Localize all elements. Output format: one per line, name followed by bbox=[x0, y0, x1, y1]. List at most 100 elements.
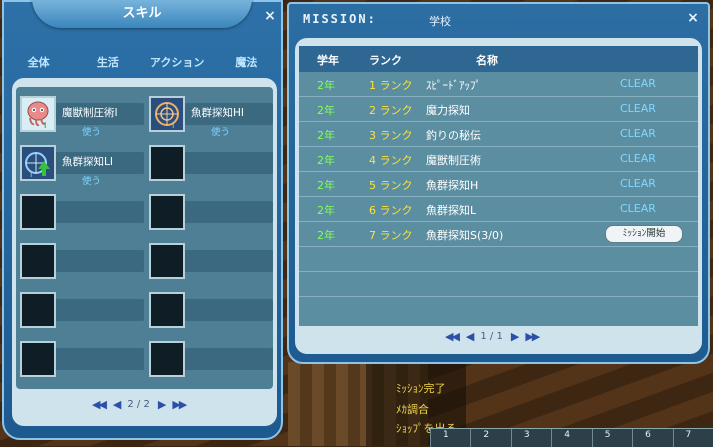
skill-window: スキル × 全体 生活 アクション 魔法 I 魔獣制圧術Ⅰ 使う I 魚群探知H… bbox=[2, 0, 283, 440]
mission-row[interactable]: 2年 3 ランク 釣りの秘伝 CLEAR bbox=[299, 122, 698, 147]
hotbar-slot[interactable]: 3 bbox=[510, 429, 551, 447]
tab-life[interactable]: 生活 bbox=[73, 54, 142, 70]
first-page-icon[interactable]: ◀◀ bbox=[445, 330, 460, 343]
close-icon[interactable]: × bbox=[685, 10, 701, 26]
skill-name: 魔獣制圧術Ⅰ bbox=[62, 107, 118, 119]
mission-rank: 2 ランク bbox=[369, 104, 413, 117]
chat-log-line: ﾒｶ調合 bbox=[396, 403, 429, 416]
close-icon[interactable]: × bbox=[262, 8, 278, 24]
mission-row[interactable]: 2年 5 ランク 魚群探知H CLEAR bbox=[299, 172, 698, 197]
octopus-icon[interactable]: I bbox=[20, 96, 56, 132]
start-mission-button[interactable]: ﾐｯｼｮﾝ開始 bbox=[605, 225, 683, 243]
mission-status: CLEAR bbox=[620, 127, 656, 140]
hotbar-slot[interactable]: 2 bbox=[470, 429, 510, 447]
skill-panel: I 魔獣制圧術Ⅰ 使う I 魚群探知HⅠ 使う I 魚群探知LⅠ 使う ◀◀ ◀… bbox=[12, 78, 277, 426]
mission-rank: 1 ランク bbox=[369, 79, 413, 92]
mission-row[interactable]: 2年 4 ランク 魔獣制圧術 CLEAR bbox=[299, 147, 698, 172]
skill-slot[interactable]: I 魚群探知HⅠ 使う bbox=[149, 96, 273, 138]
skill-slot-empty[interactable] bbox=[149, 194, 273, 234]
mission-rank: 6 ランク bbox=[369, 204, 413, 217]
skill-slot-empty[interactable] bbox=[149, 145, 273, 185]
tab-all[interactable]: 全体 bbox=[4, 54, 73, 70]
mission-row-empty bbox=[299, 272, 698, 297]
tab-magic[interactable]: 魔法 bbox=[212, 54, 281, 70]
mission-year: 2年 bbox=[317, 154, 335, 167]
mission-row[interactable]: 2年 1 ランク ｽﾋﾟｰﾄﾞｱｯﾌﾟ CLEAR bbox=[299, 72, 698, 97]
page-indicator: 2 / 2 bbox=[127, 399, 150, 410]
mission-row[interactable]: 2年 6 ランク 魚群探知L CLEAR bbox=[299, 197, 698, 222]
empty-slot-icon[interactable] bbox=[20, 243, 56, 279]
empty-slot-icon[interactable] bbox=[20, 292, 56, 328]
skill-slot-empty[interactable] bbox=[149, 292, 273, 332]
mission-name: 魔力探知 bbox=[426, 104, 470, 117]
mission-rank: 3 ランク bbox=[369, 129, 413, 142]
mission-year: 2年 bbox=[317, 204, 335, 217]
first-page-icon[interactable]: ◀◀ bbox=[92, 398, 107, 411]
mission-year: 2年 bbox=[317, 129, 335, 142]
skill-slot-empty[interactable] bbox=[20, 341, 144, 381]
mission-row[interactable]: 2年 2 ランク 魔力探知 CLEAR bbox=[299, 97, 698, 122]
mission-category: 学校 bbox=[429, 15, 451, 28]
skill-slot-empty[interactable] bbox=[20, 194, 144, 234]
skill-slot-empty[interactable] bbox=[149, 243, 273, 283]
empty-slot-icon[interactable] bbox=[149, 194, 185, 230]
skill-slot-empty[interactable] bbox=[149, 341, 273, 381]
tab-action[interactable]: アクション bbox=[143, 54, 212, 70]
svg-text:I: I bbox=[30, 170, 32, 179]
hotbar-slot[interactable]: 5 bbox=[591, 429, 632, 447]
mission-pager: ◀◀ ◀ 1 / 1 ▶ ▶▶ bbox=[445, 330, 540, 343]
mission-rank: 7 ランク bbox=[369, 229, 413, 242]
empty-slot-icon[interactable] bbox=[149, 341, 185, 377]
mission-name: 釣りの秘伝 bbox=[426, 129, 481, 142]
header-name: 名称 bbox=[476, 54, 498, 67]
chat-log-line: ﾐｯｼｮﾝ完了 bbox=[396, 382, 446, 395]
next-page-icon[interactable]: ▶ bbox=[511, 330, 520, 343]
skill-slot[interactable]: I 魚群探知LⅠ 使う bbox=[20, 145, 144, 187]
empty-slot-icon[interactable] bbox=[149, 145, 185, 181]
use-skill-button[interactable]: 使う bbox=[82, 124, 101, 138]
svg-text:I: I bbox=[44, 121, 46, 130]
skill-name: 魚群探知LⅠ bbox=[62, 156, 113, 168]
skill-tabs: 全体 生活 アクション 魔法 bbox=[4, 54, 281, 70]
hotbar-slot[interactable]: 7 bbox=[672, 429, 713, 447]
skill-pager: ◀◀ ◀ 2 / 2 ▶ ▶▶ bbox=[92, 398, 187, 411]
mission-status: CLEAR bbox=[620, 152, 656, 165]
prev-page-icon[interactable]: ◀ bbox=[113, 398, 122, 411]
mission-status: CLEAR bbox=[620, 202, 656, 215]
skill-slot-empty[interactable] bbox=[20, 292, 144, 332]
svg-text:I: I bbox=[172, 121, 174, 130]
use-skill-button[interactable]: 使う bbox=[211, 124, 230, 138]
mission-name: 魚群探知H bbox=[426, 179, 479, 192]
hotbar-slot[interactable]: 6 bbox=[632, 429, 672, 447]
mission-window-title: MISSION: bbox=[303, 12, 377, 26]
mission-rank: 4 ランク bbox=[369, 154, 413, 167]
hotbar: 1 2 3 4 5 6 7 bbox=[430, 428, 713, 447]
header-rank: ランク bbox=[369, 54, 402, 67]
hotbar-slot[interactable]: 1 bbox=[430, 429, 470, 447]
mission-year: 2年 bbox=[317, 179, 335, 192]
fish-radar-icon[interactable]: I bbox=[149, 96, 185, 132]
last-page-icon[interactable]: ▶▶ bbox=[525, 330, 540, 343]
empty-slot-icon[interactable] bbox=[149, 243, 185, 279]
empty-slot-icon[interactable] bbox=[20, 341, 56, 377]
empty-slot-icon[interactable] bbox=[20, 194, 56, 230]
last-page-icon[interactable]: ▶▶ bbox=[172, 398, 187, 411]
fish-radar-up-icon[interactable]: I bbox=[20, 145, 56, 181]
next-page-icon[interactable]: ▶ bbox=[158, 398, 167, 411]
mission-name: 魔獣制圧術 bbox=[426, 154, 481, 167]
mission-row[interactable]: 2年 7 ランク 魚群探知S(3/0) ﾐｯｼｮﾝ開始 bbox=[299, 222, 698, 247]
mission-year: 2年 bbox=[317, 79, 335, 92]
mission-row-empty bbox=[299, 247, 698, 272]
page-indicator: 1 / 1 bbox=[480, 331, 503, 342]
mission-status: CLEAR bbox=[620, 177, 656, 190]
mission-year: 2年 bbox=[317, 229, 335, 242]
skill-slot-grid: I 魔獣制圧術Ⅰ 使う I 魚群探知HⅠ 使う I 魚群探知LⅠ 使う bbox=[16, 87, 273, 389]
empty-slot-icon[interactable] bbox=[149, 292, 185, 328]
mission-window: MISSION: 学校 × 学年 ランク 名称 2年 1 ランク ｽﾋﾟｰﾄﾞｱ… bbox=[287, 2, 710, 364]
use-skill-button[interactable]: 使う bbox=[82, 173, 101, 187]
hotbar-slot[interactable]: 4 bbox=[551, 429, 591, 447]
mission-panel: 学年 ランク 名称 2年 1 ランク ｽﾋﾟｰﾄﾞｱｯﾌﾟ CLEAR 2年 2… bbox=[295, 38, 702, 354]
skill-slot[interactable]: I 魔獣制圧術Ⅰ 使う bbox=[20, 96, 144, 138]
skill-slot-empty[interactable] bbox=[20, 243, 144, 283]
prev-page-icon[interactable]: ◀ bbox=[466, 330, 475, 343]
